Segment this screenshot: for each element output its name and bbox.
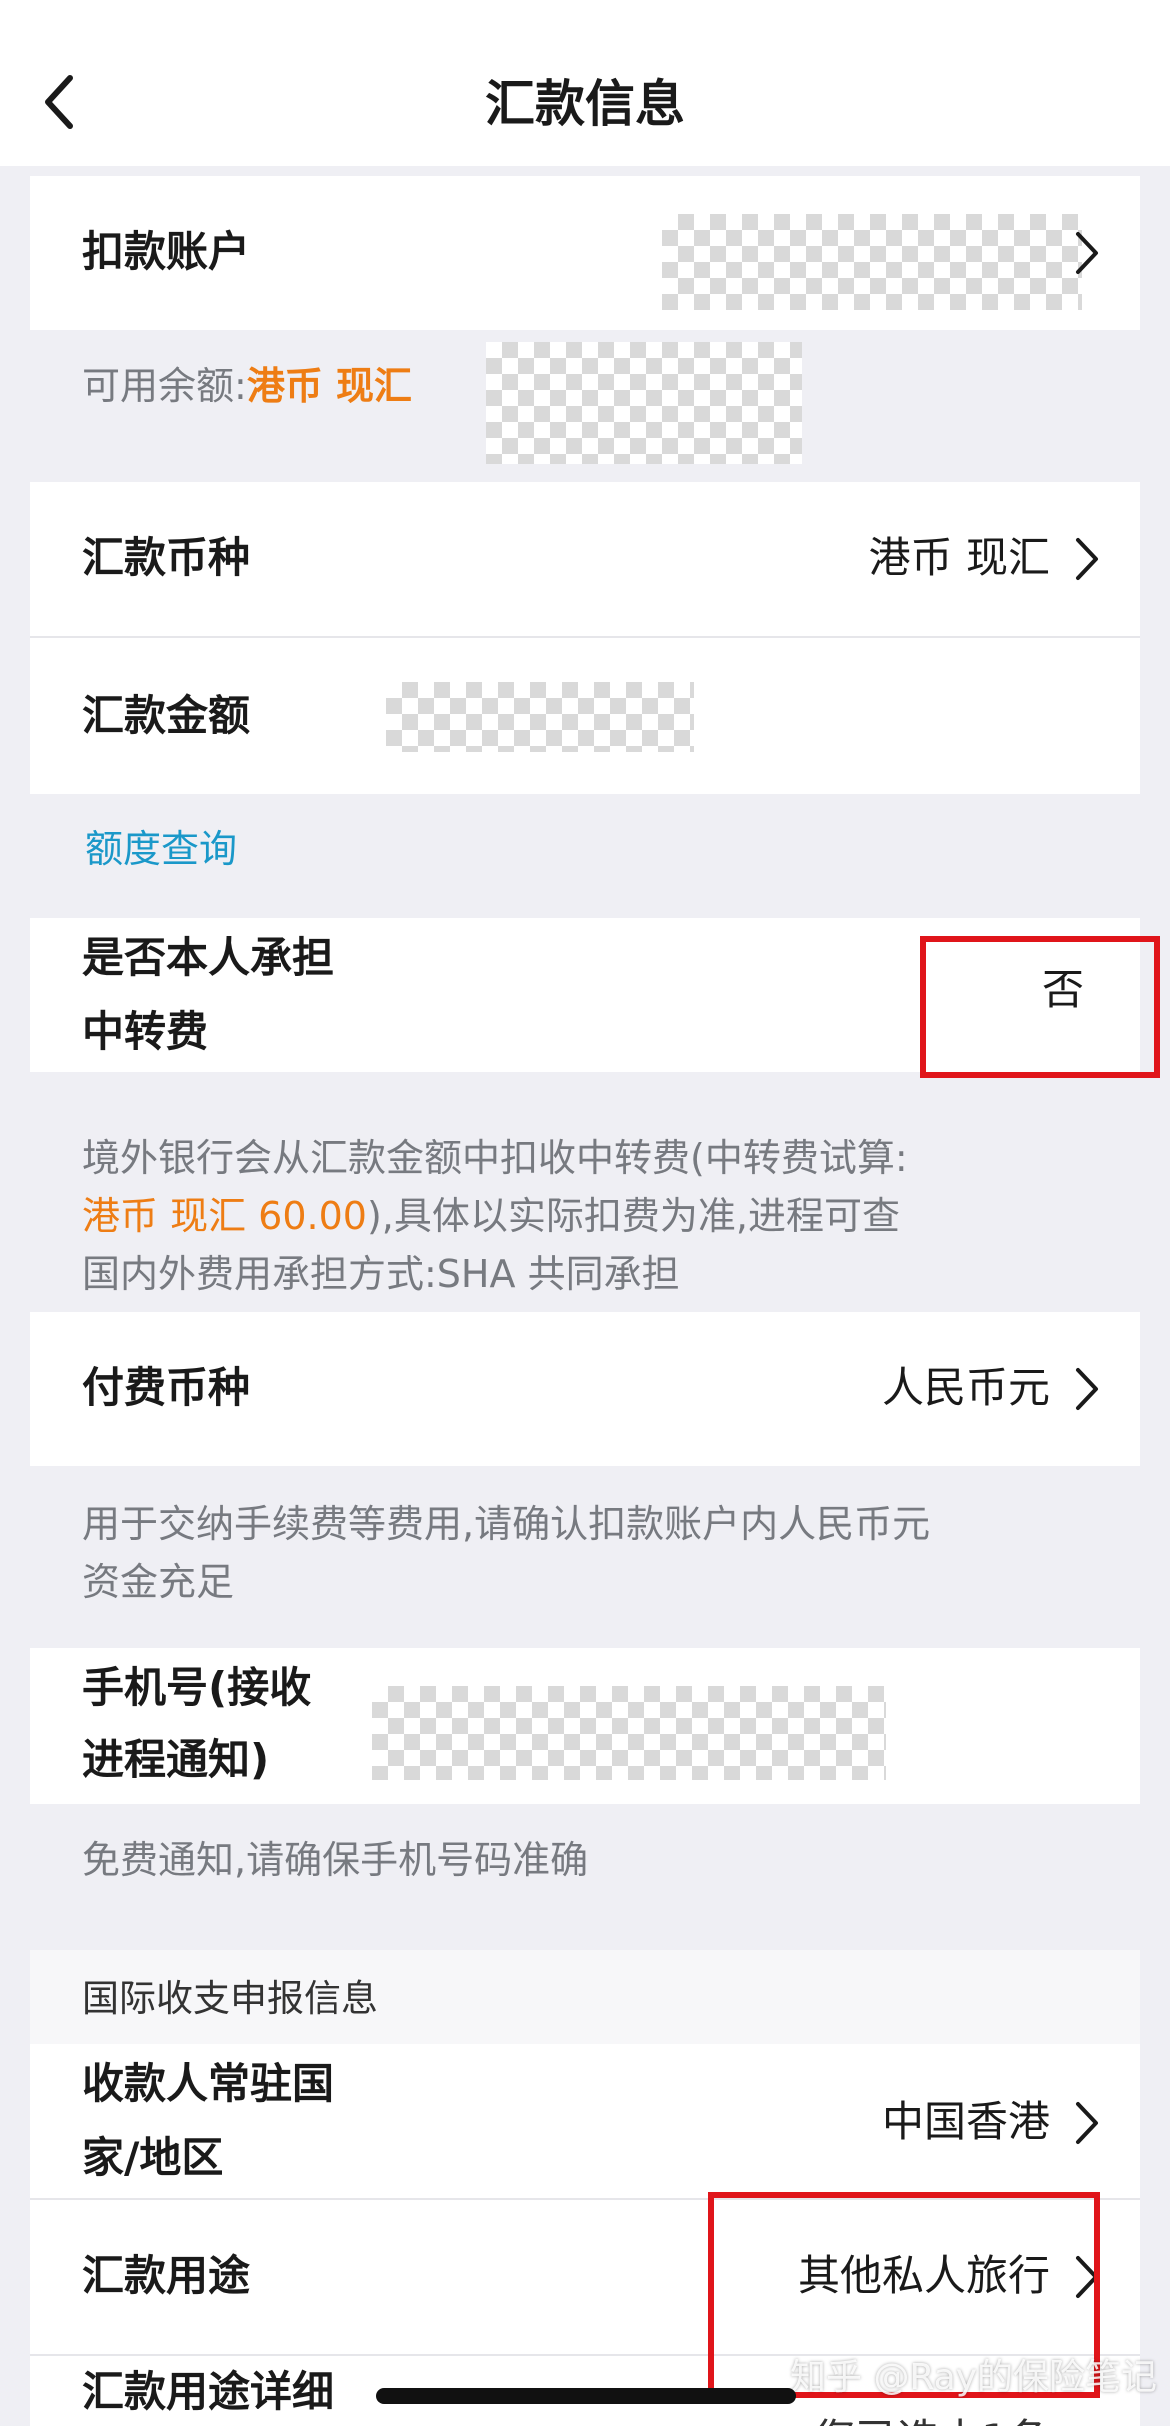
nav-bar: 汇款信息 — [0, 0, 1170, 166]
watermark: 知乎 @Ray的保险笔记 — [790, 2357, 1158, 2398]
redacted-balance — [486, 342, 802, 464]
payee-country-value: 中国香港 — [881, 2097, 1050, 2146]
fee-hint-line1: 境外银行会从汇款金额中扣收中转费(中转费试算: — [82, 1136, 908, 1180]
debit-account-row[interactable]: 扣款账户 — [30, 176, 1140, 330]
payee-country-label-line1: 收款人常驻国 — [82, 2059, 335, 2108]
quota-query-link[interactable]: 额度查询 — [85, 818, 237, 873]
pay-currency-value: 人民币元 — [881, 1363, 1050, 1412]
page-title: 汇款信息 — [485, 75, 685, 133]
payee-country-label-line2: 家/地区 — [82, 2133, 224, 2182]
home-indicator — [376, 2388, 796, 2404]
chevron-right-icon — [1076, 2102, 1098, 2144]
remit-amount-row[interactable]: 汇款金额 — [30, 638, 1140, 794]
declaration-section-title: 国际收支申报信息 — [82, 1977, 378, 2020]
available-balance: 可用余额:港币 现汇 — [82, 356, 412, 416]
debit-account-label: 扣款账户 — [82, 227, 251, 276]
chevron-right-icon — [1076, 538, 1098, 580]
intermediary-fee-label-line1: 是否本人承担 — [82, 933, 335, 982]
remit-purpose-detail-value: 您已选中1条 — [813, 2404, 1050, 2426]
remit-amount-label: 汇款金额 — [82, 691, 251, 740]
phone-label-line1: 手机号(接收 — [82, 1663, 312, 1712]
redacted-amount-input — [386, 682, 694, 752]
declaration-section-header: 国际收支申报信息 — [30, 1950, 1140, 2044]
phone-label-line2: 进程通知) — [82, 1735, 270, 1784]
remit-purpose-label: 汇款用途 — [82, 2251, 251, 2300]
remit-purpose-detail-label: 汇款用途详细 — [82, 2367, 335, 2416]
fee-hint-amount: 港币 现汇 60.00 — [82, 1194, 367, 1238]
redacted-account-number — [662, 214, 1082, 310]
phone-hint: 免费通知,请确保手机号码准确 — [82, 1838, 589, 1882]
remit-currency-value: 港币 现汇 — [868, 533, 1050, 582]
fee-hint-line2-rest: ),具体以实际扣费为准,进程可查 — [366, 1194, 900, 1238]
remit-currency-label: 汇款币种 — [82, 533, 251, 582]
fee-hint-line2: 港币 现汇 60.00),具体以实际扣费为准,进程可查 — [82, 1186, 900, 1246]
pay-currency-row[interactable]: 付费币种 人民币元 — [30, 1312, 1140, 1466]
pay-currency-hint-line1: 用于交纳手续费等费用,请确认扣款账户内人民币元 — [82, 1502, 931, 1546]
chevron-right-icon — [1076, 232, 1098, 274]
intermediary-fee-label-line2: 中转费 — [82, 1007, 209, 1056]
available-balance-currency: 港币 现汇 — [246, 364, 413, 408]
redacted-phone-input — [372, 1686, 886, 1780]
pay-currency-label: 付费币种 — [82, 1363, 251, 1412]
pay-currency-hint-line2: 资金充足 — [82, 1560, 235, 1604]
highlight-box-fee — [920, 936, 1160, 1078]
payee-country-row[interactable]: 收款人常驻国 家/地区 中国香港 — [30, 2044, 1140, 2198]
remit-currency-row[interactable]: 汇款币种 港币 现汇 — [30, 482, 1140, 636]
chevron-right-icon — [1076, 1368, 1098, 1410]
phone-row[interactable]: 手机号(接收 进程通知) — [30, 1648, 1140, 1804]
fee-hint-line3: 国内外费用承担方式:SHA 共同承担 — [82, 1252, 680, 1296]
available-balance-label: 可用余额: — [82, 364, 247, 408]
